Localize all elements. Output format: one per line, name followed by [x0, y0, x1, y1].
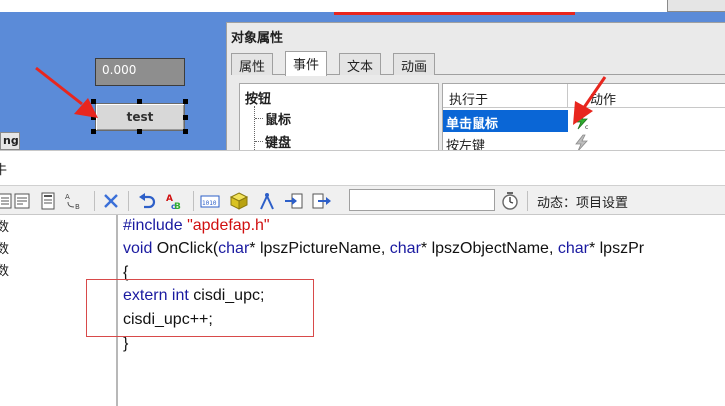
svg-text:B: B: [75, 203, 80, 211]
red-underline: [334, 12, 575, 15]
tree-item-mouse[interactable]: 鼠标: [265, 109, 291, 128]
tab-animation[interactable]: 动画: [393, 53, 436, 75]
clock-icon[interactable]: [500, 191, 520, 211]
code-string: "apdefap.h": [187, 217, 270, 234]
tree-item-keyboard[interactable]: 键盘: [265, 132, 291, 150]
selection-handle[interactable]: [183, 99, 188, 104]
selection-handle[interactable]: [91, 99, 96, 104]
events-table: 执行于 动作 单击鼠标 按左键 c: [442, 83, 725, 150]
code-directive: #include: [123, 217, 183, 234]
code-text: OnClick(: [152, 240, 219, 257]
test-button[interactable]: test: [95, 103, 185, 131]
undo-icon[interactable]: [137, 191, 157, 211]
tab-text[interactable]: 文本: [339, 53, 382, 75]
editor-title: 牛: [0, 163, 8, 178]
lightning-inactive-icon[interactable]: [573, 134, 591, 150]
canvas-top-strip: [0, 0, 725, 12]
cube-icon[interactable]: [229, 191, 249, 211]
svg-text:c: c: [171, 202, 176, 211]
code-text: * lpszPictureName,: [249, 240, 390, 257]
toolbar-separator: [527, 191, 528, 211]
object-properties-dialog: 对象属性 属性 事件 文本 动画 按钮 鼠标 键盘 执行于 动作 单击鼠标 按左…: [226, 22, 725, 150]
document-icon[interactable]: [38, 191, 58, 211]
code-line-6: }: [123, 335, 129, 352]
selection-handle[interactable]: [183, 129, 188, 134]
event-row-mouse-click[interactable]: 单击鼠标: [443, 110, 568, 132]
column-header-trigger: 执行于: [443, 84, 568, 108]
compass-icon[interactable]: [257, 191, 277, 211]
replace-icon[interactable]: A B: [64, 191, 84, 211]
code-text: * lpszPr: [588, 240, 645, 257]
counter-icon[interactable]: 1010: [200, 191, 220, 211]
tab-events[interactable]: 事件: [285, 51, 328, 76]
code-line-1: #include "apdefap.h": [123, 217, 270, 235]
selection-handle[interactable]: [91, 115, 96, 120]
tree-connector: [255, 141, 263, 142]
dynamic-trigger-label[interactable]: 动态：项目设置: [537, 192, 628, 211]
code-keyword: char: [557, 240, 589, 257]
code-keyword: void: [123, 240, 153, 257]
annotation-highlight-box: [86, 279, 314, 337]
function-list-item[interactable]: 数: [0, 260, 9, 279]
function-list-item[interactable]: 数: [0, 238, 9, 257]
editor-toolbar: A B A B c 1010 动态：项目设置: [0, 185, 725, 215]
editor-title-bar: 牛: [0, 150, 725, 185]
event-row-left-press[interactable]: 按左键: [443, 132, 568, 150]
tree-root[interactable]: 按钮: [245, 88, 271, 107]
export-icon[interactable]: [312, 191, 332, 211]
selection-handle[interactable]: [91, 129, 96, 134]
dialog-title: 对象属性: [231, 31, 284, 46]
svg-text:A: A: [65, 193, 70, 201]
selection-handle[interactable]: [137, 99, 142, 104]
toolbar-separator: [193, 191, 194, 211]
toolbar-separator: [94, 191, 95, 211]
event-tree: 按钮 鼠标 键盘: [239, 83, 439, 150]
selection-handle[interactable]: [137, 129, 142, 134]
toolbar-combo-field[interactable]: [349, 189, 495, 211]
partial-button[interactable]: ng: [0, 132, 20, 150]
code-line-2: void OnClick(char* lpszPictureName, char…: [123, 240, 644, 258]
svg-text:c: c: [585, 124, 588, 130]
tab-bar: 属性 事件 文本 动画: [231, 51, 725, 76]
text-align-icon[interactable]: [13, 191, 33, 211]
svg-text:1010: 1010: [202, 200, 217, 207]
code-keyword: char: [389, 240, 421, 257]
function-list-item[interactable]: 数: [0, 216, 9, 235]
code-keyword: char: [218, 240, 250, 257]
io-field[interactable]: 0.000: [95, 58, 185, 86]
column-header-action: 动作: [568, 84, 725, 108]
selection-handle[interactable]: [183, 115, 188, 120]
lightning-active-icon[interactable]: c: [573, 112, 591, 130]
delete-icon[interactable]: [101, 191, 121, 211]
tab-properties[interactable]: 属性: [231, 53, 274, 75]
toolbar-separator: [128, 191, 129, 211]
tree-connector: [254, 106, 255, 150]
code-text: * lpszObjectName,: [420, 240, 558, 257]
tree-connector: [255, 118, 263, 119]
import-icon[interactable]: [284, 191, 304, 211]
spell-check-icon[interactable]: A B c: [165, 191, 185, 211]
corner-button[interactable]: [667, 0, 725, 12]
